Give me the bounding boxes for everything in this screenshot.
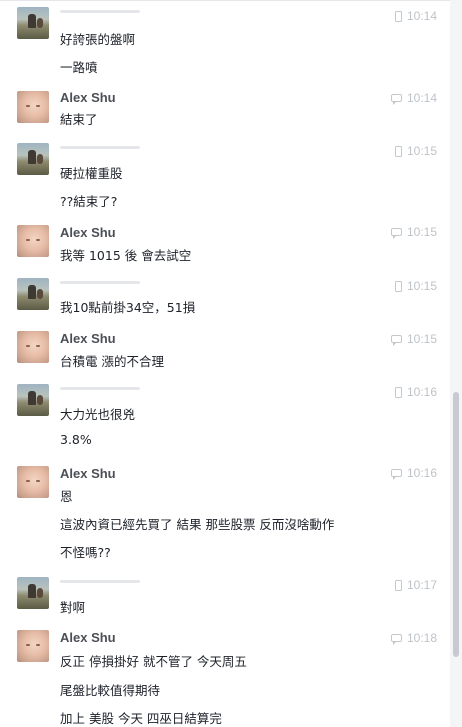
message-text: 一路噴 [60, 60, 98, 75]
message-time: 10:14 [394, 9, 437, 23]
avatar[interactable] [17, 7, 49, 39]
sender-name[interactable]: Alex Shu [60, 630, 116, 645]
message-text: 硬拉權重股 [60, 166, 123, 181]
avatar[interactable] [17, 466, 49, 498]
mobile-phone-icon [394, 579, 402, 591]
avatar[interactable] [17, 143, 49, 175]
sender-name[interactable]: Alex Shu [60, 466, 116, 481]
avatar[interactable] [17, 630, 49, 662]
message-text: 尾盤比較值得期待 [60, 683, 161, 698]
sender-name-redacted [60, 10, 140, 13]
top-divider [0, 0, 450, 1]
message-time: 10:16 [394, 385, 437, 399]
message-text: ??結束了? [60, 194, 118, 209]
message-text: 恩 [60, 489, 73, 504]
mobile-phone-icon [394, 10, 402, 22]
avatar[interactable] [17, 384, 49, 416]
message-text: 加上 美股 今天 四巫日結算完 [60, 711, 222, 726]
message-time: 10:15 [390, 225, 437, 239]
message-text: 結束了 [60, 112, 98, 127]
message-text: 不怪嗎?? [60, 545, 111, 560]
mobile-phone-icon [394, 145, 402, 157]
sender-name-redacted [60, 387, 140, 390]
scrollbar-thumb[interactable] [453, 392, 459, 657]
sender-name-redacted [60, 281, 140, 284]
message-text: 我等 1015 後 會去試空 [60, 248, 192, 263]
scrollbar-track[interactable] [450, 0, 462, 727]
message-time: 10:15 [390, 332, 437, 346]
message-text: 這波內資已經先買了 結果 那些股票 反而沒啥動作 [60, 517, 335, 532]
message-text: 好誇張的盤啊 [60, 32, 136, 47]
message-time: 10:15 [394, 279, 437, 293]
message-text: 反正 停損掛好 就不管了 今天周五 [60, 654, 247, 669]
message-text: 3.8% [60, 432, 92, 447]
message-time: 10:15 [394, 144, 437, 158]
mobile-phone-icon [394, 280, 402, 292]
message-time: 10:18 [390, 631, 437, 645]
message-text: 我10點前掛34空，51損 [60, 300, 196, 315]
avatar[interactable] [17, 91, 49, 123]
message-time: 10:16 [390, 466, 437, 480]
chat-bubble-icon [390, 94, 402, 105]
chat-bubble-icon [390, 634, 402, 645]
message-time: 10:14 [390, 91, 437, 105]
chat-bubble-icon [390, 228, 402, 239]
sender-name-redacted [60, 146, 140, 149]
sender-name[interactable]: Alex Shu [60, 225, 116, 240]
avatar[interactable] [17, 331, 49, 363]
avatar[interactable] [17, 225, 49, 257]
mobile-phone-icon [394, 386, 402, 398]
sender-name[interactable]: Alex Shu [60, 331, 116, 346]
message-text: 台積電 漲的不合理 [60, 354, 164, 369]
chat-bubble-icon [390, 469, 402, 480]
chat-bubble-icon [390, 335, 402, 346]
sender-name-redacted [60, 580, 140, 583]
avatar[interactable] [17, 278, 49, 310]
chat-thread: 10:14 好誇張的盤啊 一路噴 Alex Shu 10:14 結束了 10:1… [0, 0, 450, 727]
message-time: 10:17 [394, 578, 437, 592]
sender-name[interactable]: Alex Shu [60, 90, 116, 105]
avatar[interactable] [17, 577, 49, 609]
message-text: 對啊 [60, 600, 86, 615]
message-text: 大力光也很兇 [60, 407, 136, 422]
